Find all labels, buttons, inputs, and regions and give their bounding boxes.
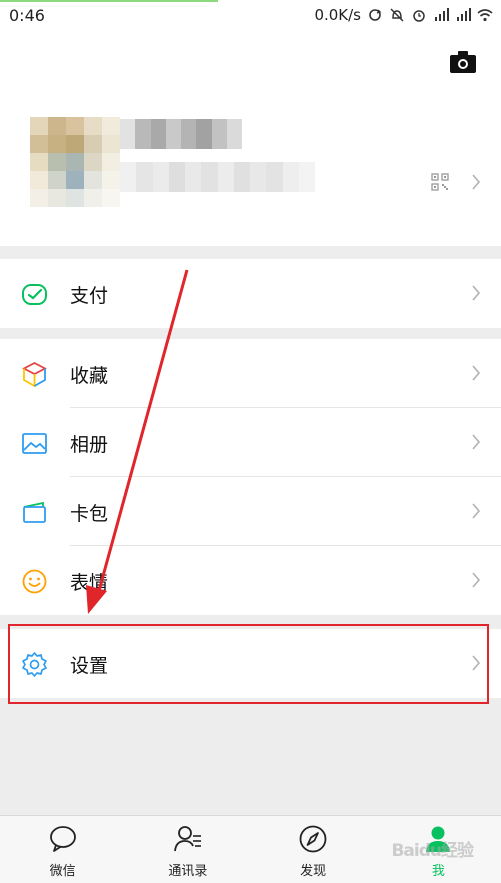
- settings-highlight-box: [8, 624, 489, 704]
- status-bar: 0:46 0.0K/s: [0, 0, 501, 32]
- cube-icon: [22, 361, 47, 388]
- chevron-right-icon: [472, 174, 481, 190]
- chevron-right-icon: [472, 572, 481, 588]
- sync-icon: [369, 9, 382, 21]
- wifi-icon: [477, 9, 493, 22]
- tab-contacts[interactable]: 通讯录: [125, 816, 250, 883]
- status-indicators: 0.0K/s: [314, 6, 493, 24]
- chevron-right-icon: [472, 503, 481, 519]
- qr-code-icon[interactable]: [431, 173, 449, 191]
- pay-group: 支付: [0, 259, 501, 328]
- alarm-icon: [413, 10, 425, 22]
- profile-id-blurred: [120, 162, 315, 192]
- mute-bell-icon: [390, 8, 404, 22]
- camera-icon[interactable]: [449, 50, 477, 74]
- menu-item-label: 卡包: [70, 503, 109, 525]
- contacts-icon: [173, 826, 201, 852]
- tab-discover[interactable]: 发现: [251, 816, 376, 883]
- profile-name-blurred: [120, 119, 242, 149]
- picture-icon: [22, 433, 47, 454]
- tab-label: 微信: [49, 864, 76, 879]
- menu-item-album[interactable]: 相册: [0, 408, 501, 477]
- tab-label: 我: [431, 864, 445, 879]
- menu-item-label: 相册: [70, 434, 109, 456]
- network-speed: 0.0K/s: [314, 6, 361, 24]
- tab-label: 通讯录: [168, 864, 208, 879]
- chevron-right-icon: [472, 434, 481, 450]
- card-icon: [23, 501, 46, 523]
- signal-icon: [457, 8, 471, 21]
- menu-item-pay[interactable]: 支付: [0, 259, 501, 328]
- tab-label: 发现: [300, 864, 327, 879]
- menu-item-stickers[interactable]: 表情: [0, 546, 501, 615]
- menu-item-cards[interactable]: 卡包: [0, 477, 501, 546]
- menu-item-favorites[interactable]: 收藏: [0, 339, 501, 408]
- compass-icon: [299, 825, 327, 853]
- status-time: 0:46: [9, 6, 45, 25]
- load-progress: [0, 0, 218, 2]
- chat-bubble-icon: [49, 826, 76, 852]
- smiley-icon: [22, 569, 47, 594]
- profile-header[interactable]: [0, 32, 501, 246]
- wallet-check-icon: [22, 284, 47, 305]
- menu-item-label: 表情: [70, 572, 109, 594]
- chevron-right-icon: [472, 365, 481, 381]
- baidu-watermark: Baidu经验: [391, 841, 474, 861]
- signal-icon: [435, 8, 449, 21]
- menu-item-label: 收藏: [70, 365, 109, 387]
- main-menu-group: 收藏 相册 卡包 表情: [0, 339, 501, 615]
- chevron-right-icon: [472, 285, 481, 301]
- avatar[interactable]: [30, 117, 120, 207]
- menu-item-label: 支付: [70, 285, 109, 307]
- tab-chats[interactable]: 微信: [0, 816, 125, 883]
